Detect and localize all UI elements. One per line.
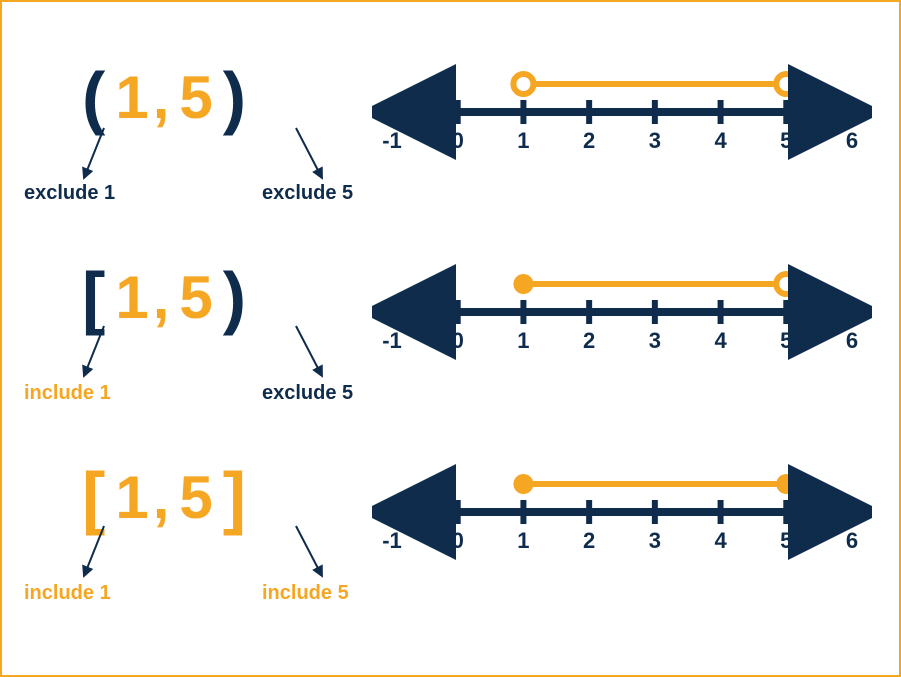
tick-label: -1	[382, 328, 402, 353]
tick-label: 3	[649, 128, 661, 153]
number-line: -1 0 1 2 3 4 5 6	[372, 452, 872, 592]
tick-label: 1	[517, 328, 529, 353]
tick-label: 4	[714, 528, 727, 553]
right-annotation: exclude 5	[262, 382, 353, 405]
annotation-arrow-right-icon	[292, 320, 362, 390]
right-bracket: )	[223, 262, 246, 332]
annotation-arrow-right-icon	[292, 520, 362, 590]
endpoint-right-open	[776, 274, 796, 294]
tick-label: 5	[780, 128, 792, 153]
tick-label: 1	[517, 128, 529, 153]
tick-label: 4	[714, 328, 727, 353]
tick-label: 0	[452, 328, 464, 353]
interval-notation: [ 1 , 5 ] include 1 include 5	[62, 462, 342, 642]
right-annotation: exclude 5	[262, 182, 353, 205]
annotation-arrow-left-icon	[84, 520, 154, 590]
tick-label: 3	[649, 528, 661, 553]
tick-label: 6	[846, 128, 858, 153]
interval-notation: ( 1 , 5 ) exclude 1 exclude 5	[62, 62, 342, 242]
tick-label: 2	[583, 528, 595, 553]
tick-label: 5	[780, 328, 792, 353]
endpoint-right-open	[776, 74, 796, 94]
left-annotation: include 1	[24, 582, 111, 605]
tick-label: 2	[583, 128, 595, 153]
tick-label: -1	[382, 128, 402, 153]
number-line-svg: -1 0 1 2 3 4 5 6	[372, 52, 872, 192]
interval-b: 5	[175, 463, 216, 532]
endpoint-left-open	[513, 74, 533, 94]
right-annotation: include 5	[262, 582, 349, 605]
tick-label: 0	[452, 128, 464, 153]
endpoint-right-closed	[776, 474, 796, 494]
interval-row: [ 1 , 5 ) include 1 exclude 5 -1 0 1 2 3 4 5 6	[2, 242, 899, 442]
tick-label: 0	[452, 528, 464, 553]
tick-label: 1	[517, 528, 529, 553]
tick-label: -1	[382, 528, 402, 553]
comma: ,	[153, 63, 176, 132]
interval-row: ( 1 , 5 ) exclude 1 exclude 5 -1 0 1 2 3 4 5 6	[2, 42, 899, 242]
tick-label: 5	[780, 528, 792, 553]
tick-label: 6	[846, 328, 858, 353]
interval-b: 5	[175, 263, 216, 332]
endpoint-left-closed	[513, 274, 533, 294]
left-annotation: include 1	[24, 382, 111, 405]
interval-notation: [ 1 , 5 ) include 1 exclude 5	[62, 262, 342, 442]
interval-row: [ 1 , 5 ] include 1 include 5 -1 0 1 2 3 4 5 6	[2, 442, 899, 642]
annotation-arrow-left-icon	[84, 320, 154, 390]
number-line-svg: -1 0 1 2 3 4 5 6	[372, 252, 872, 392]
endpoint-left-closed	[513, 474, 533, 494]
number-line-svg: -1 0 1 2 3 4 5 6	[372, 452, 872, 592]
comma: ,	[153, 463, 176, 532]
number-line: -1 0 1 2 3 4 5 6	[372, 252, 872, 392]
right-bracket: ]	[223, 462, 246, 532]
tick-label: 2	[583, 328, 595, 353]
tick-label: 4	[714, 128, 727, 153]
interval-b: 5	[175, 63, 216, 132]
tick-label: 6	[846, 528, 858, 553]
comma: ,	[153, 263, 176, 332]
left-annotation: exclude 1	[24, 182, 115, 205]
tick-label: 3	[649, 328, 661, 353]
number-line: -1 0 1 2 3 4 5 6	[372, 52, 872, 192]
right-bracket: )	[223, 62, 246, 132]
